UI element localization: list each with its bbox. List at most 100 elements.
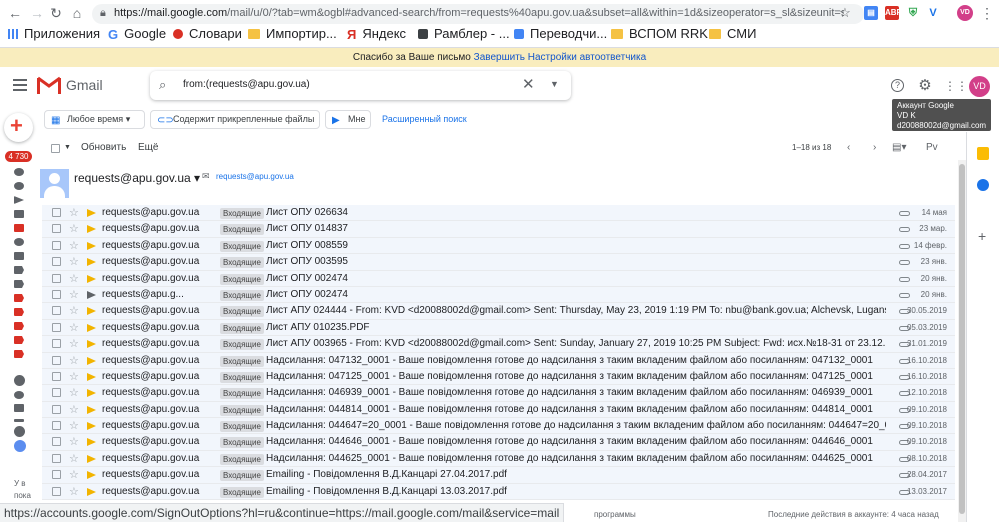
row-checkbox[interactable] [52, 273, 61, 283]
user-icon[interactable] [14, 440, 26, 452]
inbox-label-badge[interactable]: Входящие [220, 306, 264, 318]
row-checkbox[interactable] [52, 306, 61, 316]
clear-search-icon[interactable]: ✕ [522, 75, 535, 93]
importance-marker-icon[interactable] [87, 323, 96, 332]
end-vacation-link[interactable]: Завершить [474, 52, 525, 63]
contacts-icon[interactable] [14, 426, 25, 437]
bookmark-smi[interactable]: СМИ [709, 26, 756, 41]
main-menu-icon[interactable] [13, 79, 27, 91]
select-dropdown-icon[interactable]: ▼ [64, 144, 71, 151]
inbox-icon[interactable] [14, 168, 24, 176]
keyboard-icon[interactable] [14, 419, 24, 422]
row-checkbox[interactable] [52, 322, 61, 332]
search-input[interactable]: from:(requests@apu.gov.ua) [183, 79, 310, 90]
importance-marker-icon[interactable] [87, 487, 96, 496]
row-checkbox[interactable] [52, 421, 61, 431]
star-icon[interactable]: ☆ [69, 238, 79, 253]
add-addon-icon[interactable]: + [978, 228, 986, 244]
row-checkbox[interactable] [52, 404, 61, 414]
star-icon[interactable]: ☆ [69, 385, 79, 400]
inbox-label-badge[interactable]: Входящие [220, 240, 264, 252]
bookmark-slovari[interactable]: Словари [173, 26, 242, 41]
apps-grid-icon[interactable]: ⋮⋮ [944, 79, 968, 93]
importance-marker-icon[interactable] [87, 274, 96, 283]
extension-icon[interactable]: ▤ [864, 6, 878, 20]
importance-marker-icon[interactable] [87, 307, 96, 316]
importance-marker-icon[interactable] [87, 356, 96, 365]
table-row[interactable]: ☆ requests@apu.gov.ua Входящие Надсилання: … [42, 352, 955, 369]
bookmark-google[interactable]: G Google [108, 26, 166, 42]
star-icon[interactable]: ☆ [69, 205, 79, 220]
importance-marker-icon[interactable] [87, 405, 96, 414]
chat-icon[interactable] [14, 391, 24, 399]
prev-page-icon[interactable]: ‹ [847, 142, 850, 153]
importance-marker-icon[interactable] [87, 225, 96, 234]
inbox-label-badge[interactable]: Входящие [220, 404, 264, 416]
star-icon[interactable]: ☆ [69, 418, 79, 433]
inbox-label-badge[interactable]: Входящие [220, 289, 264, 301]
table-row[interactable]: ☆ requests@apu.gov.ua Входящие Надсилання: … [42, 434, 955, 451]
importance-marker-icon[interactable] [87, 438, 96, 447]
bookmark-translator[interactable]: Переводчи... [514, 26, 607, 41]
star-icon[interactable]: ☆ [69, 221, 79, 236]
table-row[interactable]: ☆ requests@apu.g... Входящие Лист ОПУ 00247… [42, 286, 955, 304]
row-checkbox[interactable] [52, 257, 61, 267]
importance-marker-icon[interactable] [87, 290, 96, 299]
star-icon[interactable]: ☆ [69, 287, 79, 302]
next-page-icon[interactable]: › [873, 142, 876, 153]
star-icon[interactable]: ☆ [69, 353, 79, 368]
inbox-label-badge[interactable]: Входящие [220, 486, 264, 498]
importance-marker-icon[interactable] [87, 209, 96, 217]
advanced-search-link[interactable]: Расширенный поиск [382, 114, 467, 124]
bookmark-apps[interactable]: Приложения [8, 26, 100, 41]
select-all-checkbox[interactable] [51, 144, 60, 153]
star-icon[interactable]: ☆ [69, 303, 79, 318]
attachment-filter-chip[interactable]: ⊂⊃ Содержит прикрепленные файлы [150, 110, 320, 129]
hangouts-icon[interactable] [14, 375, 25, 386]
row-checkbox[interactable] [52, 453, 61, 463]
importance-marker-icon[interactable] [87, 372, 96, 381]
to-me-filter-chip[interactable]: ▶ Мне [325, 110, 371, 129]
profile-avatar[interactable]: VD [957, 5, 973, 21]
search-box[interactable]: ⌕ from:(requests@apu.gov.ua) ✕ ▼ [150, 71, 571, 100]
help-icon[interactable]: ? [891, 79, 904, 92]
inbox-label-badge[interactable]: Входящие [220, 470, 264, 482]
row-checkbox[interactable] [52, 437, 61, 447]
vacation-settings-link[interactable]: Настройки автоответчика [528, 52, 646, 63]
alert-icon[interactable] [14, 238, 24, 246]
star-icon[interactable]: ☆ [69, 336, 79, 351]
label-icon[interactable] [14, 350, 24, 358]
table-row[interactable]: ☆ requests@apu.gov.ua Входящие Лист ОПУ 026… [42, 205, 955, 222]
inbox-label-badge[interactable]: Входящие [220, 322, 264, 334]
row-checkbox[interactable] [52, 208, 61, 217]
row-checkbox[interactable] [52, 240, 61, 250]
row-checkbox[interactable] [52, 224, 61, 234]
table-row[interactable]: ☆ requests@apu.gov.ua Входящие Лист ОПУ 002… [42, 270, 955, 287]
row-checkbox[interactable] [52, 339, 61, 349]
translate-extension-icon[interactable]: V [926, 6, 940, 20]
compose-button[interactable]: + [4, 113, 33, 142]
star-icon[interactable]: ☆ [69, 369, 79, 384]
inbox-label-badge[interactable]: Входящие [220, 273, 264, 285]
forward-icon[interactable]: → [28, 4, 46, 22]
label-icon[interactable] [14, 294, 24, 302]
label-icon[interactable] [14, 266, 24, 274]
bookmark-rambler[interactable]: Рамблер - ... [418, 26, 510, 41]
star-icon[interactable]: ☆ [69, 434, 79, 449]
table-row[interactable]: ☆ requests@apu.gov.ua Входящие Лист ОПУ 003… [42, 254, 955, 271]
table-row[interactable]: ☆ requests@apu.gov.ua Входящие Надсилання: … [42, 401, 955, 419]
table-row[interactable]: ☆ requests@apu.gov.ua Входящие Лист АПУ 010… [42, 319, 955, 337]
table-row[interactable]: ☆ requests@apu.gov.ua Входящие Emailing - П… [42, 467, 955, 484]
inbox-label-badge[interactable]: Входящие [220, 388, 264, 400]
table-row[interactable]: ☆ requests@apu.gov.ua Входящие Лист АПУ 003… [42, 336, 955, 353]
star-icon[interactable]: ☆ [69, 254, 79, 269]
reload-icon[interactable]: ↻ [47, 4, 65, 22]
address-bar[interactable]: 🔒︎ https://mail.google.com/mail/u/0/?tab… [92, 4, 864, 24]
bookmark-yandex[interactable]: Я Яндекс [347, 26, 406, 42]
star-icon[interactable]: ☆ [69, 451, 79, 466]
importance-marker-icon[interactable] [87, 241, 96, 250]
snoozed-icon[interactable] [14, 182, 24, 190]
inbox-label-badge[interactable]: Входящие [220, 257, 264, 269]
row-checkbox[interactable] [52, 289, 61, 299]
row-checkbox[interactable] [52, 355, 61, 365]
